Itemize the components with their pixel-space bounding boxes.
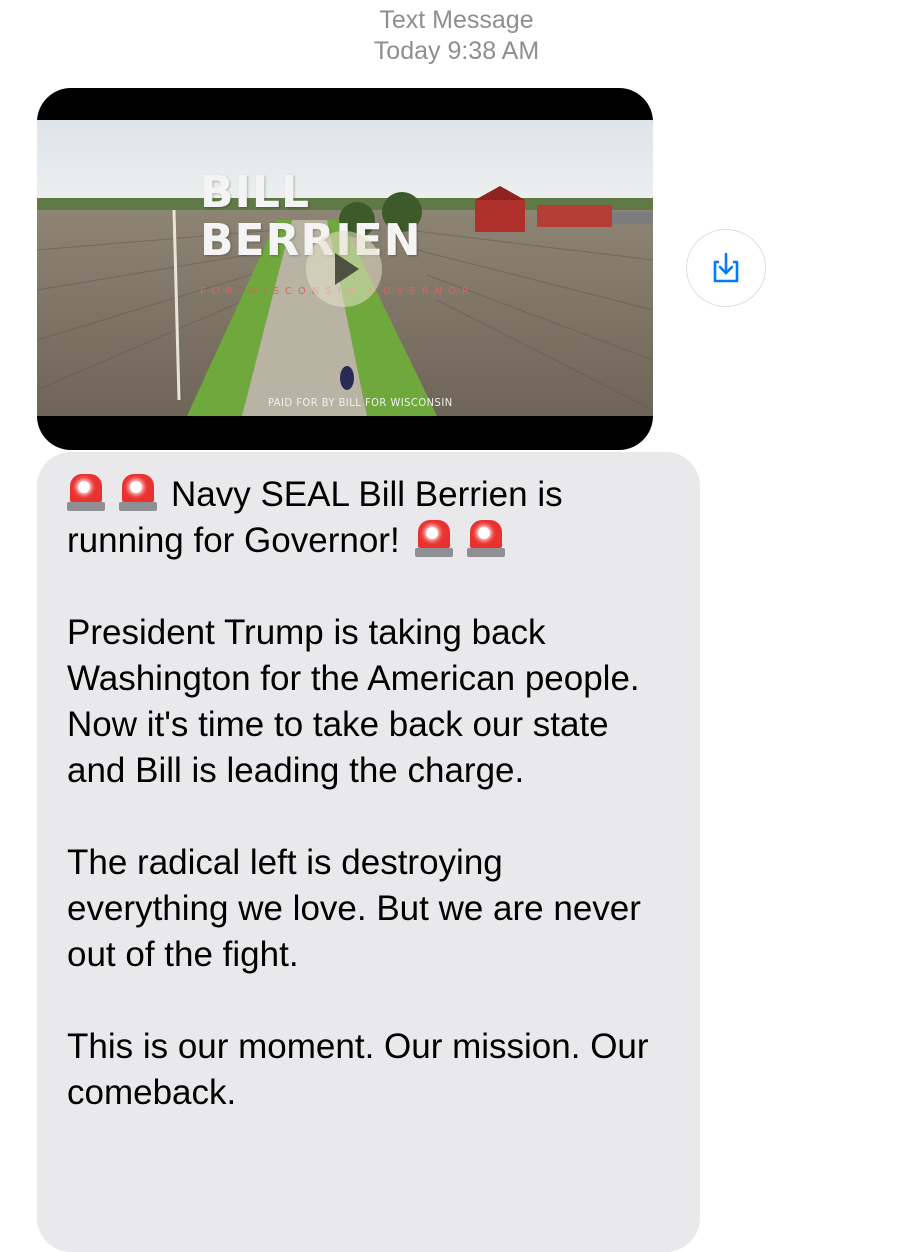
- download-icon: [713, 252, 739, 283]
- message-headline: Navy SEAL Bill Berrien is running for Go…: [67, 472, 672, 564]
- message-paragraph: This is our moment. Our mission. Our com…: [67, 1027, 649, 1112]
- headline-text-part2: running for Governor!: [67, 521, 400, 560]
- conversation-type-label: Text Message: [379, 6, 534, 34]
- video-attachment[interactable]: BILL BERRIEN FOR WISCONSIN GOVERNOR PAID…: [37, 88, 653, 450]
- police-light-icon: [415, 518, 454, 558]
- message-paragraph: The radical left is destroying everythin…: [67, 843, 641, 974]
- video-thumbnail[interactable]: BILL BERRIEN FOR WISCONSIN GOVERNOR PAID…: [37, 120, 653, 416]
- play-button[interactable]: [306, 231, 382, 307]
- police-light-icon: [119, 472, 157, 512]
- message-bubble[interactable]: Navy SEAL Bill Berrien is running for Go…: [37, 452, 700, 1252]
- message-timestamp: Today 9:38 AM: [373, 37, 540, 65]
- play-icon: [335, 253, 359, 285]
- headline-text-part1: Navy SEAL Bill Berrien is: [171, 475, 563, 514]
- police-light-icon: [467, 518, 506, 558]
- police-light-icon: [67, 472, 105, 512]
- video-disclaimer: PAID FOR BY BILL FOR WISCONSIN: [268, 396, 453, 409]
- conversation-header: Text Message Today 9:38 AM: [0, 4, 913, 66]
- message-paragraph: President Trump is taking back Washingto…: [67, 613, 640, 790]
- video-brand-title: BILL: [200, 167, 310, 218]
- save-media-button[interactable]: [686, 229, 766, 307]
